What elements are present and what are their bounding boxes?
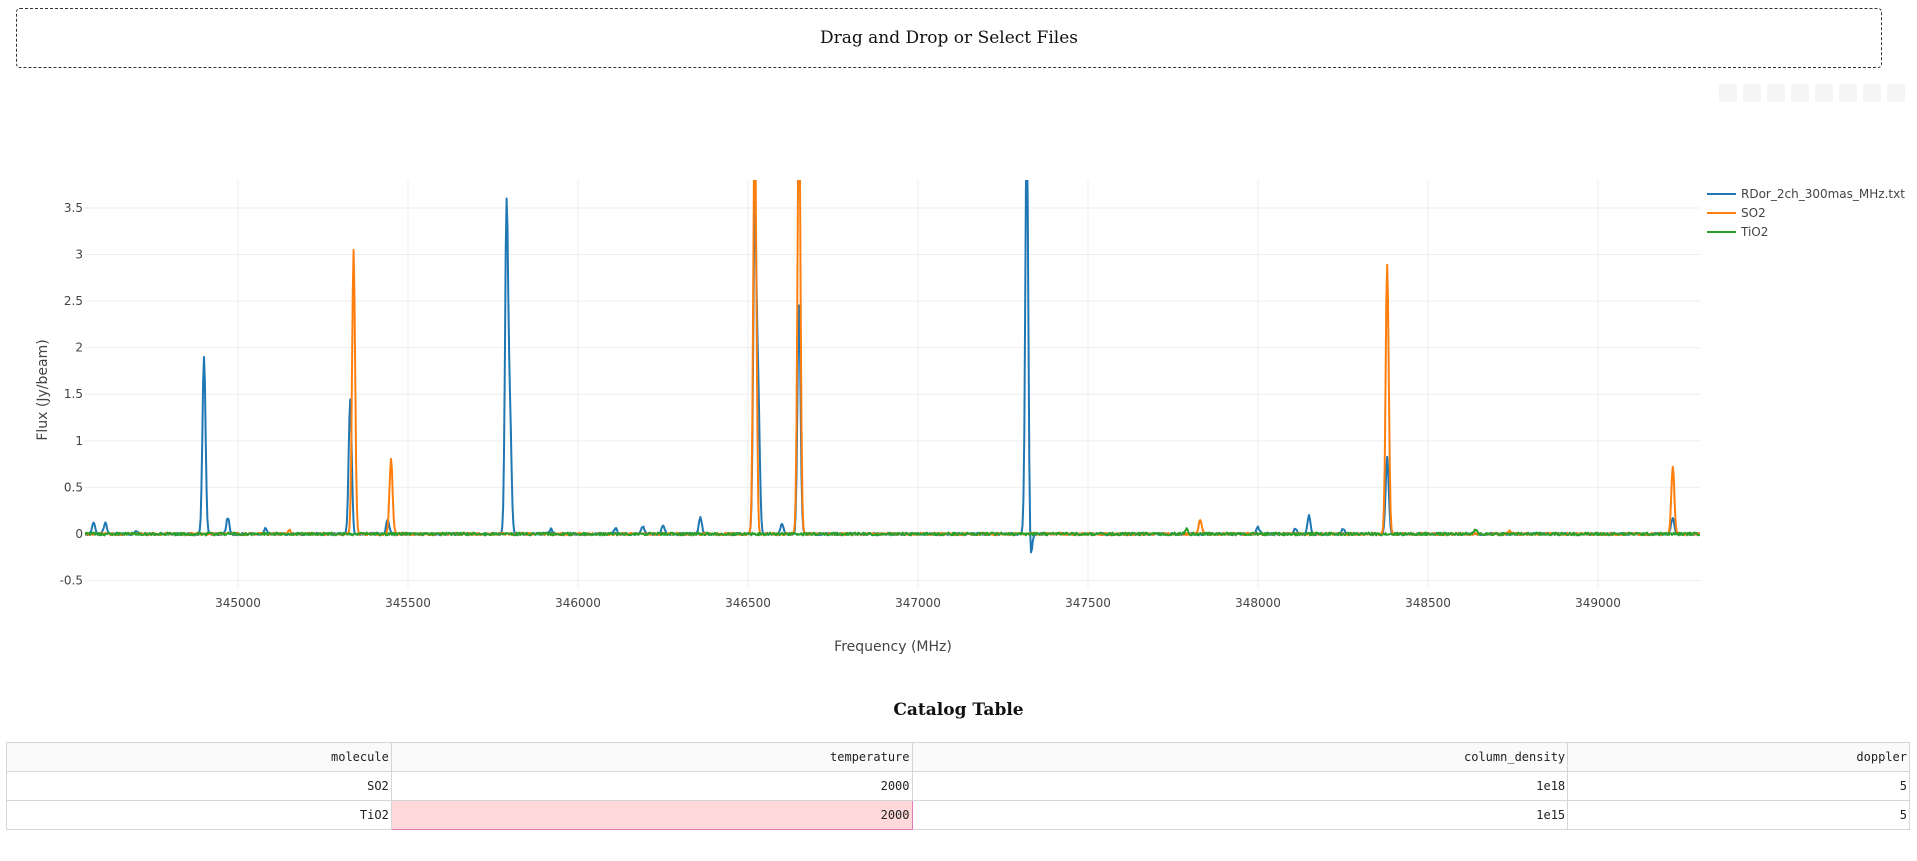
x-tick-label: 346500 bbox=[725, 596, 771, 610]
catalog-table-title: Catalog Table bbox=[893, 700, 1024, 720]
legend-item-label[interactable]: SO2 bbox=[1741, 206, 1766, 220]
y-tick-label: 3 bbox=[75, 248, 83, 262]
legend-item-label[interactable]: TiO2 bbox=[1740, 225, 1768, 239]
upload-label: Drag and Drop or Select Files bbox=[819, 28, 1078, 48]
chart-legend[interactable]: RDor_2ch_300mas_MHz.txt SO2 TiO2 bbox=[1707, 187, 1905, 239]
x-tick-label: 349000 bbox=[1575, 596, 1621, 610]
reset-axes-icon[interactable] bbox=[1863, 84, 1881, 102]
zoom-icon[interactable] bbox=[1743, 84, 1761, 102]
file-upload-dropzone[interactable]: Drag and Drop or Select Files bbox=[16, 8, 1882, 68]
plotly-logo-icon bbox=[1887, 84, 1905, 102]
pan-icon[interactable] bbox=[1767, 84, 1785, 102]
x-tick-label: 345500 bbox=[385, 596, 431, 610]
cell-doppler[interactable]: 5 bbox=[1567, 771, 1910, 801]
column-header-molecule[interactable]: molecule bbox=[6, 742, 392, 772]
table-row: TiO2 2000 1e15 5 bbox=[6, 800, 1910, 830]
y-axis-label: Flux (Jy/beam) bbox=[35, 339, 51, 440]
catalog-table[interactable]: molecule temperature column_density dopp… bbox=[6, 742, 1910, 830]
column-header-column-density[interactable]: column_density bbox=[911, 742, 1569, 772]
chart-axes: 345000 345500 346000 346500 347000 347500 3480… bbox=[60, 201, 1621, 610]
cell-column-density[interactable]: 1e18 bbox=[911, 771, 1569, 801]
cell-temperature[interactable]: 2000 bbox=[390, 771, 913, 801]
y-tick-label: 2.5 bbox=[64, 294, 83, 308]
series-line-rdor-2ch-300mas-mhz-txt[interactable] bbox=[85, 160, 1700, 554]
cell-molecule[interactable]: SO2 bbox=[6, 771, 392, 801]
cell-doppler[interactable]: 5 bbox=[1567, 800, 1910, 830]
x-tick-label: 346000 bbox=[555, 596, 601, 610]
table-row: SO2 2000 1e18 5 bbox=[6, 771, 1910, 801]
chart-grid bbox=[85, 180, 1700, 588]
camera-icon[interactable] bbox=[1719, 84, 1737, 102]
column-header-doppler[interactable]: doppler bbox=[1567, 742, 1910, 772]
chart-modebar[interactable] bbox=[1650, 84, 1905, 104]
x-tick-label: 348000 bbox=[1235, 596, 1281, 610]
zoom-in-icon[interactable] bbox=[1791, 84, 1809, 102]
cell-temperature-active[interactable]: 2000 bbox=[390, 800, 913, 830]
y-tick-label: 1.5 bbox=[64, 387, 83, 401]
x-tick-label: 345000 bbox=[215, 596, 261, 610]
y-tick-label: -0.5 bbox=[60, 574, 83, 588]
legend-item-label[interactable]: RDor_2ch_300mas_MHz.txt bbox=[1741, 187, 1905, 201]
chart-series[interactable] bbox=[85, 160, 1700, 554]
cell-molecule[interactable]: TiO2 bbox=[6, 800, 392, 830]
table-header-row: molecule temperature column_density dopp… bbox=[6, 742, 1910, 772]
cell-column-density[interactable]: 1e15 bbox=[911, 800, 1569, 830]
spectrum-chart[interactable]: 345000 345500 346000 346500 347000 347500 3480… bbox=[0, 160, 1917, 680]
x-tick-label: 347000 bbox=[895, 596, 941, 610]
column-header-temperature[interactable]: temperature bbox=[390, 742, 913, 772]
x-tick-label: 347500 bbox=[1065, 596, 1111, 610]
y-tick-label: 3.5 bbox=[64, 201, 83, 215]
y-tick-label: 0 bbox=[75, 527, 83, 541]
autoscale-icon[interactable] bbox=[1839, 84, 1857, 102]
zoom-out-icon[interactable] bbox=[1815, 84, 1833, 102]
series-line-tio2[interactable] bbox=[85, 527, 1700, 537]
y-tick-label: 0.5 bbox=[64, 480, 83, 494]
y-tick-label: 2 bbox=[75, 341, 83, 355]
x-tick-label: 348500 bbox=[1405, 596, 1451, 610]
x-axis-label: Frequency (MHz) bbox=[834, 639, 952, 655]
y-tick-label: 1 bbox=[75, 434, 83, 448]
